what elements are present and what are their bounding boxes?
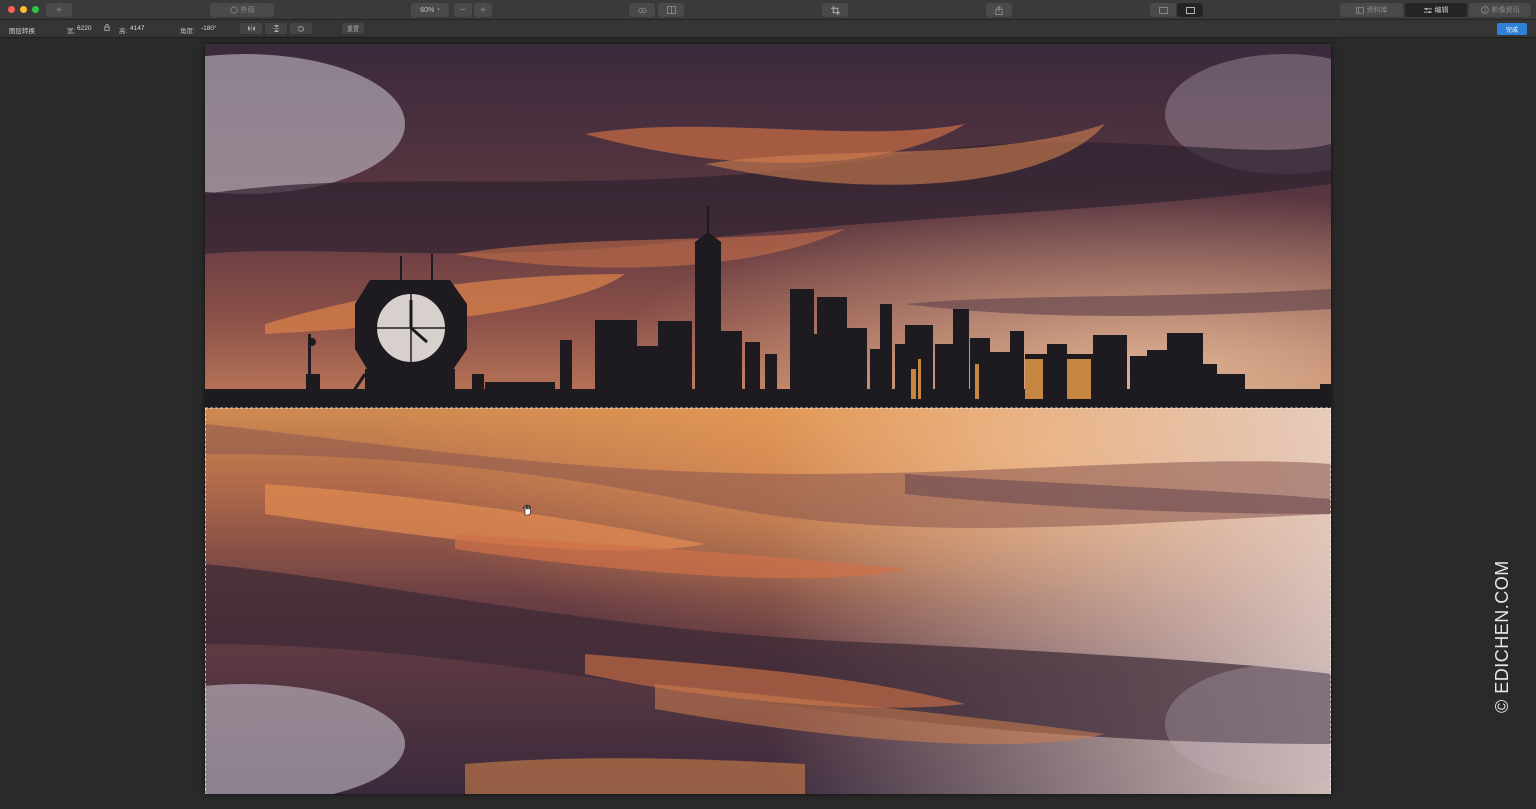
watermark-text: © EDICHEN.COM xyxy=(1492,560,1512,713)
minimize-window-button[interactable] xyxy=(20,6,27,13)
view-button[interactable] xyxy=(629,3,655,17)
angle-value-field[interactable]: -180° xyxy=(201,25,217,32)
flip-horizontal-icon xyxy=(247,25,255,32)
close-window-button[interactable] xyxy=(8,6,15,13)
crop-icon xyxy=(830,5,840,15)
eye-icon xyxy=(637,7,647,13)
height-label: 高: xyxy=(119,28,128,35)
compare-button[interactable] xyxy=(658,3,684,17)
zoom-in-button[interactable]: + xyxy=(474,3,492,17)
crop-button[interactable] xyxy=(822,3,848,17)
flip-vertical-icon xyxy=(272,25,280,32)
rotate-button[interactable] xyxy=(290,23,312,34)
zoom-window-button[interactable] xyxy=(32,6,39,13)
info-tab[interactable]: 影像资讯 xyxy=(1469,3,1531,17)
library-label: 资料库 xyxy=(1366,7,1388,14)
flip-horizontal-button[interactable] xyxy=(240,23,262,34)
single-panel-button[interactable] xyxy=(1150,3,1176,17)
panel-icon xyxy=(1158,6,1168,14)
zoom-select[interactable]: 60% ▾ xyxy=(411,3,449,17)
minus-icon: − xyxy=(460,4,466,16)
info-label: 影像资讯 xyxy=(1491,7,1520,14)
palette-icon xyxy=(229,6,238,14)
rotate-icon xyxy=(297,25,304,32)
appearance-label: 外观 xyxy=(240,7,255,14)
chevron-down-icon: ▾ xyxy=(437,7,440,13)
transform-title: 图层转换 xyxy=(9,28,35,35)
done-button[interactable]: 完成 xyxy=(1497,23,1527,35)
plus-icon: + xyxy=(56,4,62,16)
sliders-icon xyxy=(1423,7,1432,13)
edit-label: 编辑 xyxy=(1434,7,1449,14)
photo-canvas[interactable] xyxy=(205,44,1331,794)
library-icon xyxy=(1355,6,1364,14)
share-icon xyxy=(995,5,1003,15)
done-label: 完成 xyxy=(1505,27,1518,34)
zoom-out-button[interactable]: − xyxy=(454,3,472,17)
height-value-field[interactable]: 4147 xyxy=(130,25,144,32)
library-tab[interactable]: 资料库 xyxy=(1340,3,1403,17)
angle-label: 角度: xyxy=(180,28,195,35)
fullscreen-panel-button[interactable] xyxy=(1177,3,1203,17)
fullscreen-icon xyxy=(1185,6,1195,14)
lock-icon[interactable] xyxy=(104,24,110,33)
title-bar: + 外观 60% ▾ − + 资料库 编辑 影像资讯 xyxy=(0,0,1536,20)
add-button[interactable]: + xyxy=(46,3,72,17)
hand-cursor-icon xyxy=(522,503,534,521)
reset-label: 重置 xyxy=(346,27,359,33)
edit-tab[interactable]: 编辑 xyxy=(1405,3,1467,17)
split-view-icon xyxy=(666,6,676,14)
zoom-value: 60% xyxy=(420,6,435,14)
width-label: 宽: xyxy=(67,28,76,35)
plus-icon: + xyxy=(480,4,486,16)
appearance-button[interactable]: 外观 xyxy=(210,3,274,17)
width-value-field[interactable]: 6220 xyxy=(77,25,91,32)
flip-vertical-button[interactable] xyxy=(265,23,287,34)
layer-transform-bar: 图层转换 宽: 6220 高: 4147 角度: -180° 重置 完成 xyxy=(0,20,1536,38)
reset-button[interactable]: 重置 xyxy=(342,23,364,34)
share-button[interactable] xyxy=(986,3,1012,17)
photo-image xyxy=(205,44,1331,794)
info-icon xyxy=(1480,6,1489,14)
